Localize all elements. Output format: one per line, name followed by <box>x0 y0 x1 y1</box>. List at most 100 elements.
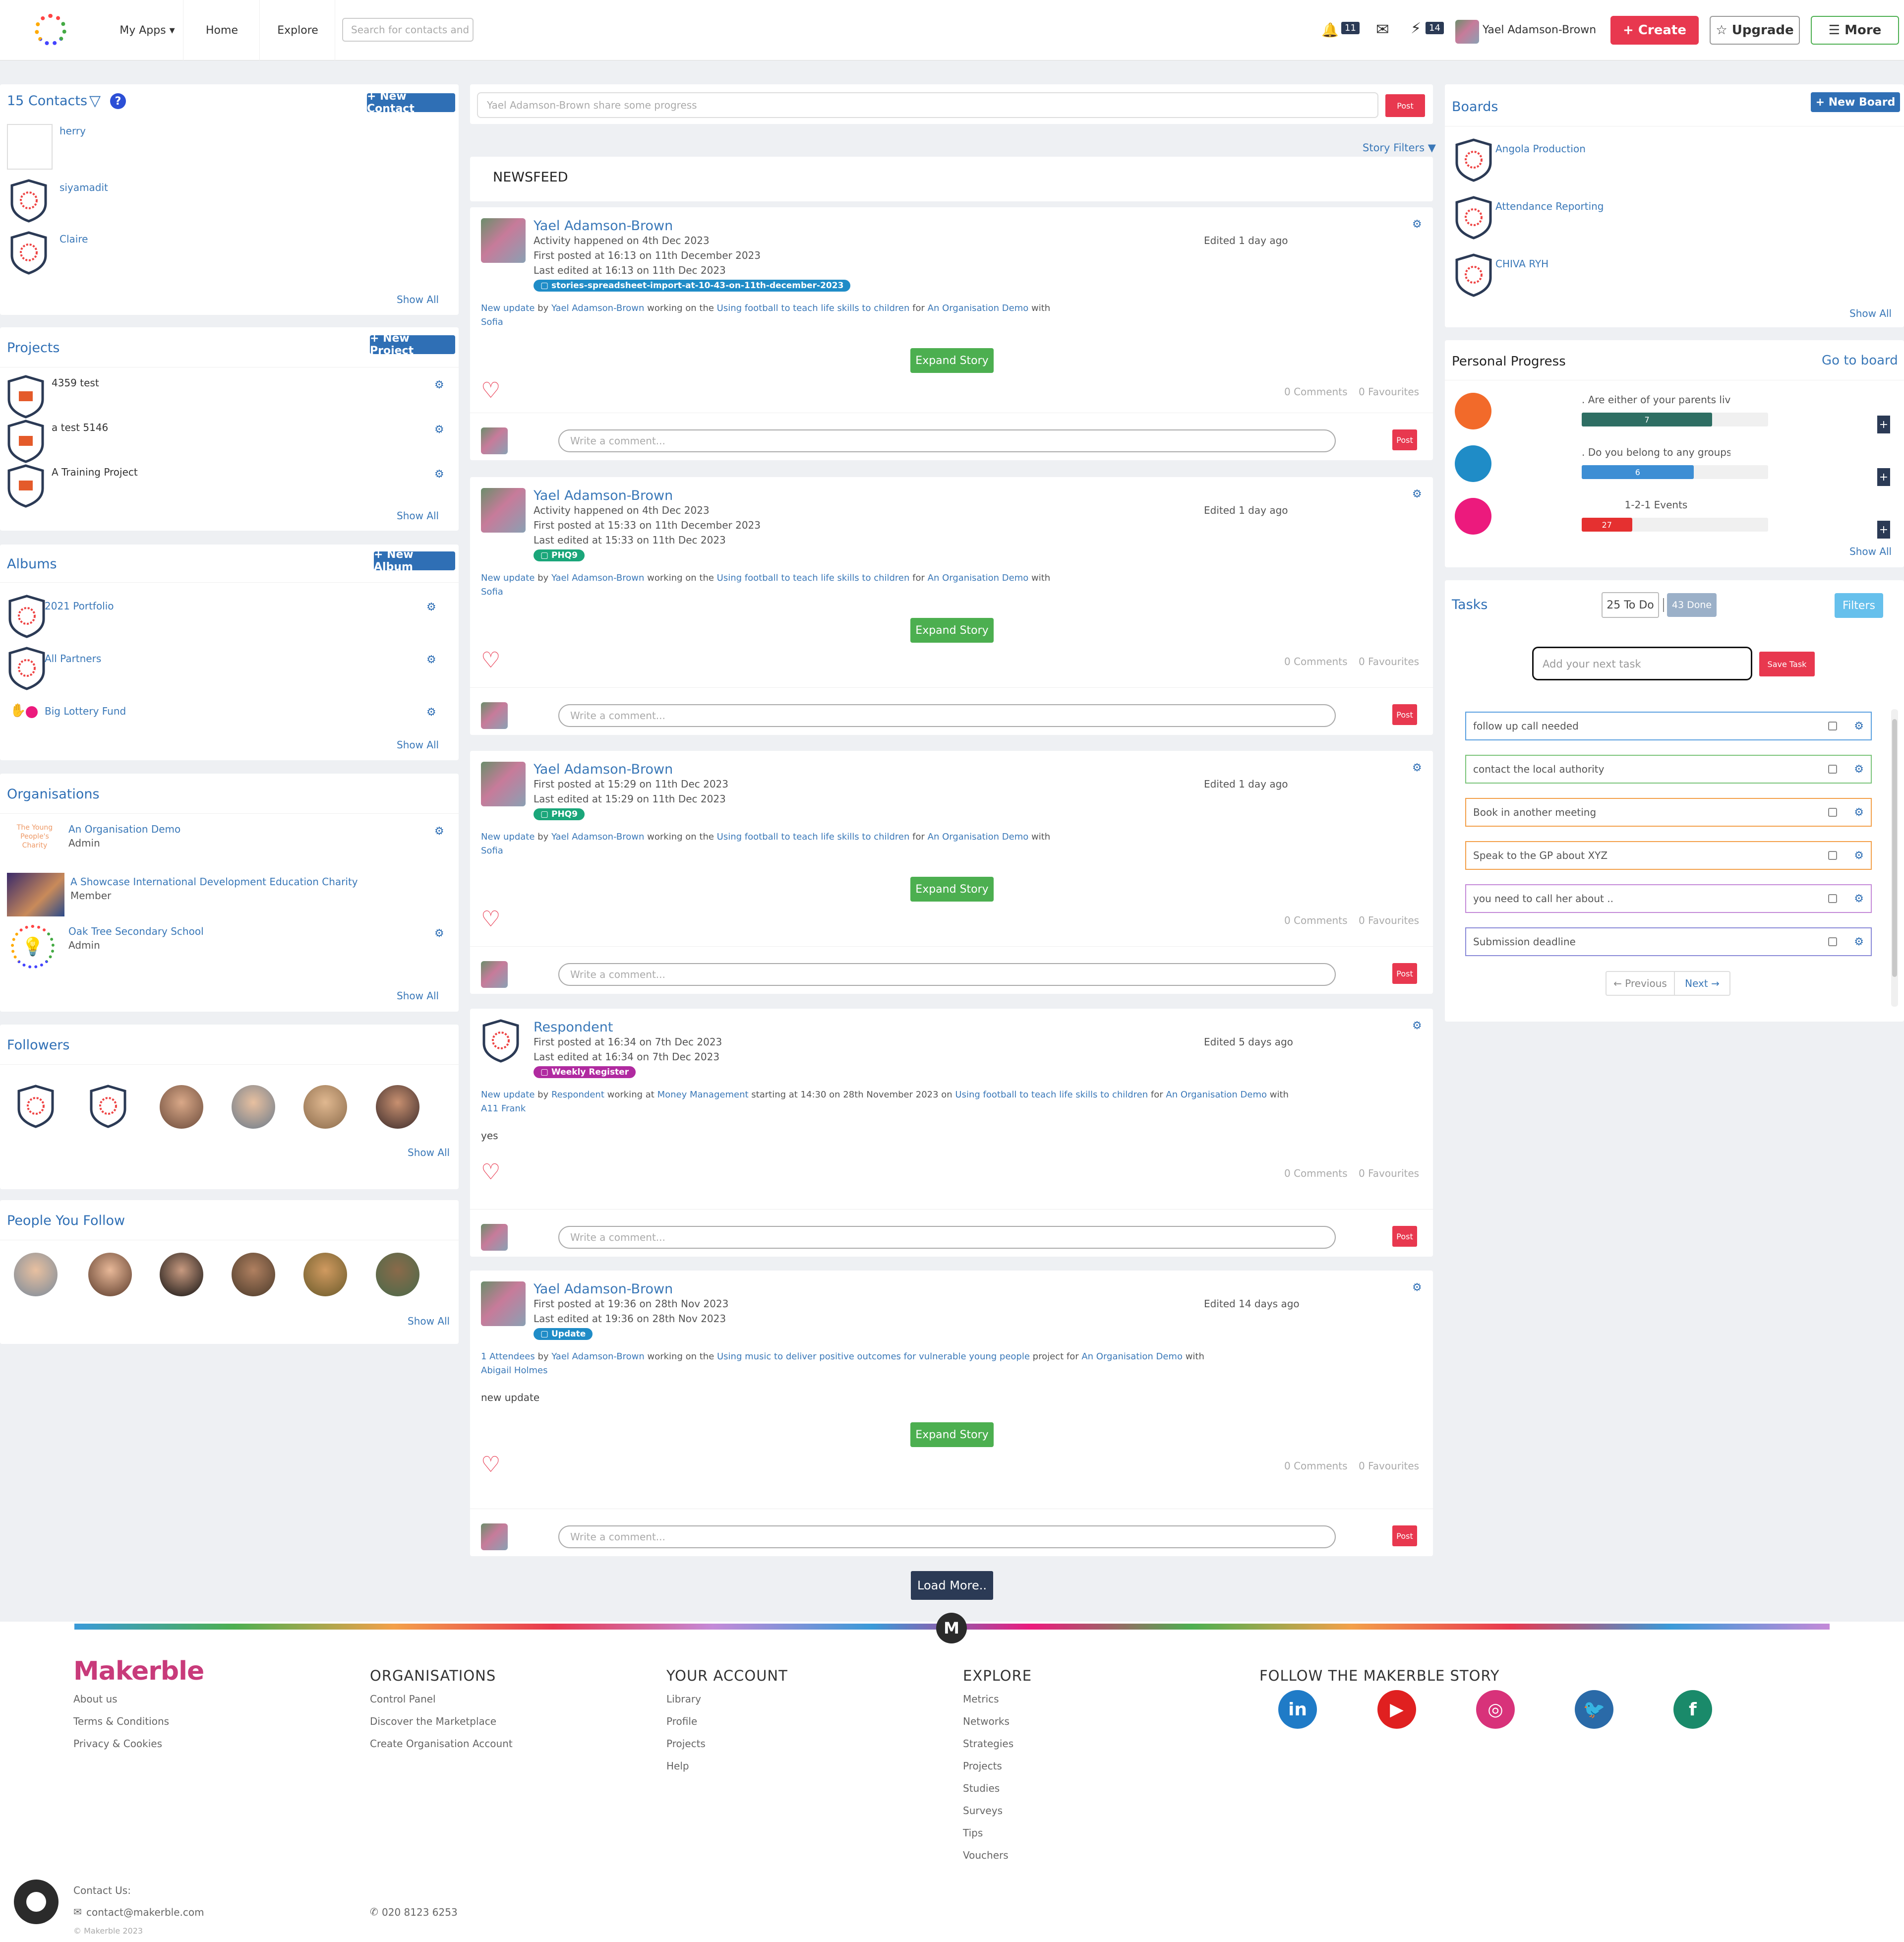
composer-post-button[interactable]: Post <box>1385 94 1425 117</box>
comment-post-button[interactable]: Post <box>1392 429 1417 450</box>
next-page-button[interactable]: Next → <box>1674 971 1730 996</box>
comments-count[interactable]: 0 Comments <box>1284 656 1348 668</box>
follower-shield-icon[interactable] <box>16 1084 56 1129</box>
contact-name[interactable]: siyamadit <box>60 182 108 193</box>
expand-story-button[interactable]: Expand Story <box>910 618 994 643</box>
footer-brand[interactable]: Makerble <box>73 1656 204 1686</box>
description-link[interactable]: Yael Adamson-Brown <box>551 1351 644 1362</box>
progress-label[interactable]: . Do you belong to any groups in whi... <box>1582 446 1730 458</box>
comments-count[interactable]: 0 Comments <box>1284 1167 1348 1179</box>
boards-show-all[interactable]: Show All <box>1849 307 1892 319</box>
filter-icon[interactable]: ▽ <box>89 92 101 110</box>
favourites-count[interactable]: 0 Favourites <box>1359 656 1419 668</box>
project-name[interactable]: A Training Project <box>52 466 138 478</box>
author-shield-icon[interactable] <box>481 1019 521 1063</box>
comment-post-button[interactable]: Post <box>1392 963 1417 984</box>
follower-avatar[interactable] <box>303 1085 347 1129</box>
instagram-icon[interactable]: ◎ <box>1476 1690 1515 1729</box>
description-link[interactable]: A11 Frank <box>481 1103 526 1114</box>
flash-icon[interactable]: ⚡ <box>1411 20 1421 37</box>
progress-add-button[interactable]: + <box>1877 521 1890 539</box>
gear-icon[interactable]: ⚙ <box>426 706 436 719</box>
favourites-count[interactable]: 0 Favourites <box>1359 1167 1419 1179</box>
gear-icon[interactable]: ⚙ <box>434 927 444 940</box>
description-link[interactable]: New update <box>481 303 535 313</box>
footer-link[interactable]: Surveys <box>963 1805 1003 1817</box>
footer-link[interactable]: Control Panel <box>370 1693 436 1705</box>
gear-icon[interactable]: ⚙ <box>1854 893 1864 905</box>
footer-link[interactable]: Strategies <box>963 1738 1013 1750</box>
footer-link[interactable]: Profile <box>666 1715 697 1727</box>
description-link[interactable]: An Organisation Demo <box>1081 1351 1183 1362</box>
user-name[interactable]: Yael Adamson-Brown <box>1483 24 1596 36</box>
org-name[interactable]: A Showcase International Development Edu… <box>70 876 358 888</box>
footer-link[interactable]: Create Organisation Account <box>370 1738 513 1750</box>
expand-story-button[interactable]: Expand Story <box>910 348 994 373</box>
footer-link[interactable]: Vouchers <box>963 1849 1009 1861</box>
progress-label[interactable]: . Are either of your parents living? <box>1582 394 1730 406</box>
task-item[interactable]: Submission deadline ⚙ <box>1465 927 1872 956</box>
gear-icon[interactable]: ⚙ <box>1854 806 1864 819</box>
project-name[interactable]: 4359 test <box>52 377 99 389</box>
gear-icon[interactable]: ⚙ <box>434 379 444 391</box>
albums-show-all[interactable]: Show All <box>397 739 439 751</box>
followers-show-all[interactable]: Show All <box>408 1147 450 1158</box>
followed-avatar[interactable] <box>160 1253 203 1296</box>
org-name[interactable]: Oak Tree Secondary School <box>68 925 204 937</box>
story-tag[interactable]: ▢ stories-spreadsheet-import-at-10-43-on… <box>534 280 851 292</box>
gear-icon[interactable]: ⚙ <box>1412 218 1422 231</box>
task-item[interactable]: follow up call needed ⚙ <box>1465 712 1872 740</box>
gear-icon[interactable]: ⚙ <box>434 468 444 481</box>
author-avatar[interactable] <box>481 762 526 806</box>
contacts-title[interactable]: 15 Contacts <box>7 93 87 109</box>
followed-avatar[interactable] <box>232 1253 275 1296</box>
follower-avatar[interactable] <box>376 1085 419 1129</box>
nav-home[interactable]: Home <box>184 0 260 61</box>
contact-name[interactable]: herry <box>60 125 86 137</box>
footer-link[interactable]: Library <box>666 1693 701 1705</box>
expand-story-button[interactable]: Expand Story <box>910 1422 994 1447</box>
tasks-scrollbar[interactable] <box>1891 709 1898 1007</box>
gear-icon[interactable]: ⚙ <box>1412 1281 1422 1294</box>
author-avatar[interactable] <box>481 488 526 533</box>
description-link[interactable]: Yael Adamson-Brown <box>551 303 644 313</box>
help-icon[interactable]: ? <box>110 93 126 109</box>
done-button[interactable]: 43 Done <box>1667 593 1717 617</box>
gear-icon[interactable]: ⚙ <box>1854 850 1864 862</box>
follower-avatar[interactable] <box>232 1085 275 1129</box>
nav-my-apps[interactable]: My Apps ▾ <box>112 0 183 61</box>
board-name[interactable]: Angola Production <box>1495 143 1586 155</box>
chat-widget-icon[interactable] <box>14 1880 59 1924</box>
footer-link[interactable]: Terms & Conditions <box>73 1715 169 1727</box>
description-link[interactable]: Sofia <box>481 587 503 597</box>
comments-count[interactable]: 0 Comments <box>1284 1460 1348 1472</box>
description-link[interactable]: An Organisation Demo <box>928 573 1029 583</box>
story-filters-link[interactable]: Story Filters ▼ <box>1363 142 1436 154</box>
comment-input[interactable]: Write a comment... <box>558 963 1336 986</box>
comment-input[interactable]: Write a comment... <box>558 704 1336 727</box>
organisations-show-all[interactable]: Show All <box>397 990 439 1002</box>
create-button[interactable]: + Create <box>1610 16 1699 45</box>
followed-avatar[interactable] <box>88 1253 132 1296</box>
people-follow-show-all[interactable]: Show All <box>408 1315 450 1327</box>
org-name[interactable]: An Organisation Demo <box>68 823 180 835</box>
description-link[interactable]: Using football to teach life skills to c… <box>717 303 910 313</box>
youtube-icon[interactable]: ▶ <box>1377 1690 1416 1729</box>
contact-avatar-blank[interactable] <box>7 124 53 170</box>
description-link[interactable]: An Organisation Demo <box>1166 1090 1267 1100</box>
nav-explore[interactable]: Explore <box>261 0 335 61</box>
bell-icon[interactable]: 🔔 <box>1321 22 1339 38</box>
heart-icon[interactable]: ♡ <box>481 1454 500 1476</box>
description-link[interactable]: An Organisation Demo <box>928 832 1029 842</box>
story-tag[interactable]: ▢ PHQ9 <box>534 549 585 561</box>
comment-post-button[interactable]: Post <box>1392 1525 1417 1546</box>
follower-shield-icon[interactable] <box>88 1084 128 1129</box>
description-link[interactable]: Sofia <box>481 317 503 327</box>
followed-avatar[interactable] <box>303 1253 347 1296</box>
expand-story-button[interactable]: Expand Story <box>910 877 994 902</box>
description-link[interactable]: Yael Adamson-Brown <box>551 832 644 842</box>
gear-icon[interactable]: ⚙ <box>1854 720 1864 732</box>
footer-link[interactable]: Privacy & Cookies <box>73 1738 162 1750</box>
description-link[interactable]: Using football to teach life skills to c… <box>955 1090 1148 1100</box>
description-link[interactable]: Respondent <box>551 1090 604 1100</box>
